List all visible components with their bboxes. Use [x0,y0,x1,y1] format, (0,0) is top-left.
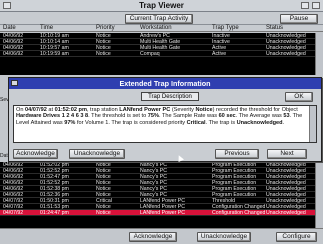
description-fragment: ) recorded the threshold for Object [212,107,298,113]
description-fragment: . The trap is [205,119,237,126]
window-titlebar: Trap Viewer [0,0,323,12]
table-row[interactable]: 04/07/92 01:24:47 pm Notice LANfend Power P… [0,210,323,216]
dialog-titlebar: Extended Trap Information [9,78,321,89]
cell-date: 04/06/92 [3,51,24,57]
minimize-icon[interactable] [301,2,309,9]
description-value: 60 sec [218,113,236,120]
trap-description-text: On 04/07/92 at 01:52:02 pm, trap station… [13,105,317,143]
cell-workstation: LANfend Power PC [140,210,185,216]
configure-button[interactable]: Configure [276,232,317,242]
cell-status: Unacknowledged [266,210,306,216]
pause-button[interactable]: Pause [280,14,318,24]
table-row[interactable]: 04/06/92 10:19:59 am Notice Compaq Active Una… [0,51,323,57]
description-value: Unacknowledged [236,119,283,126]
description-fragment: . The threshold is set to [88,113,148,120]
footer-bar: Acknowledge Unacknowledge Configure [0,228,323,244]
description-scrollbar[interactable] [309,106,316,142]
description-body: On 04/07/92 at 01:52:02 pm, trap station… [16,107,302,126]
column-header-time[interactable]: Time [40,25,53,32]
vertical-scrollbar-lower[interactable] [315,162,323,228]
cell-date: 04/07/92 [3,210,24,216]
description-value: 04/07/92 [25,107,47,113]
acknowledge-button[interactable]: Acknowledge [13,149,58,159]
column-header-workstation[interactable]: Workstation [140,25,172,32]
cell-status: Unacknowledged [266,51,306,57]
trap-list-top: 04/06/92 10:10:19 am Notice Andrew's PC Inac… [0,33,323,75]
trap-description-label: Trap Description [141,92,199,101]
column-header-row: Date Time Priority Workstation Trap Type… [0,25,323,32]
cell-trap-type: Active [212,51,227,57]
description-fragment: at [46,107,55,113]
cell-priority: Notice [96,51,111,57]
ok-button[interactable]: OK [285,92,313,102]
description-value: LANfend Power PC [119,107,171,113]
column-header-priority[interactable]: Priority [96,25,115,32]
extended-trap-dialog: Extended Trap Information Trap Descripti… [8,77,322,162]
maximize-icon[interactable] [312,2,320,9]
description-value: 01:52:02 pm [54,107,87,113]
description-value: 75% [147,113,159,120]
dialog-system-menu-icon[interactable] [11,80,18,86]
trap-list-bottom: 04/06/92 01:52:02 pm Notice Nancy's PC Progr… [0,162,323,228]
trap-viewer-screen: Trap Viewer Current Trap Activity Pause … [0,0,323,244]
description-fragment: . The Sample Rate was [158,113,219,120]
cell-workstation: Compaq [140,51,160,57]
cell-trap-type: Configuration Changed [212,210,266,216]
previous-button[interactable]: Previous [215,149,259,159]
next-button[interactable]: Next [267,149,307,159]
system-menu-icon[interactable] [3,2,11,9]
description-value: Hardware Drives 1 2 4 6 3 8 [16,113,89,120]
dialog-title: Extended Trap Information [119,79,211,88]
unacknowledge-button[interactable]: Unacknowledge [69,149,125,159]
cell-time: 10:19:59 am [40,51,69,57]
description-fragment: . The Average was [235,113,284,120]
description-fragment: for Volume 1. The trap is considered pri… [75,119,187,126]
description-value: 97% [64,119,76,126]
cell-priority: Notice [96,210,111,216]
description-value: Notice [195,107,213,113]
vertical-scrollbar[interactable] [315,33,323,75]
description-fragment: (Severity [170,107,196,113]
cell-time: 01:24:47 pm [40,210,69,216]
footer-unacknowledge-button[interactable]: Unacknowledge [197,232,251,242]
description-fragment: . [282,119,285,126]
footer-acknowledge-button[interactable]: Acknowledge [129,232,177,242]
current-trap-activity-button[interactable]: Current Trap Activity [125,14,193,24]
description-fragment: On [16,107,26,113]
description-value: Critical [186,119,206,126]
toolbar: Current Trap Activity Pause [0,12,323,25]
description-fragment: , trap station [86,107,120,113]
window-title: Trap Viewer [139,1,184,10]
column-header-trap-type[interactable]: Trap Type [212,25,239,32]
column-header-status[interactable]: Status [266,25,283,32]
column-header-date[interactable]: Date [3,25,16,32]
